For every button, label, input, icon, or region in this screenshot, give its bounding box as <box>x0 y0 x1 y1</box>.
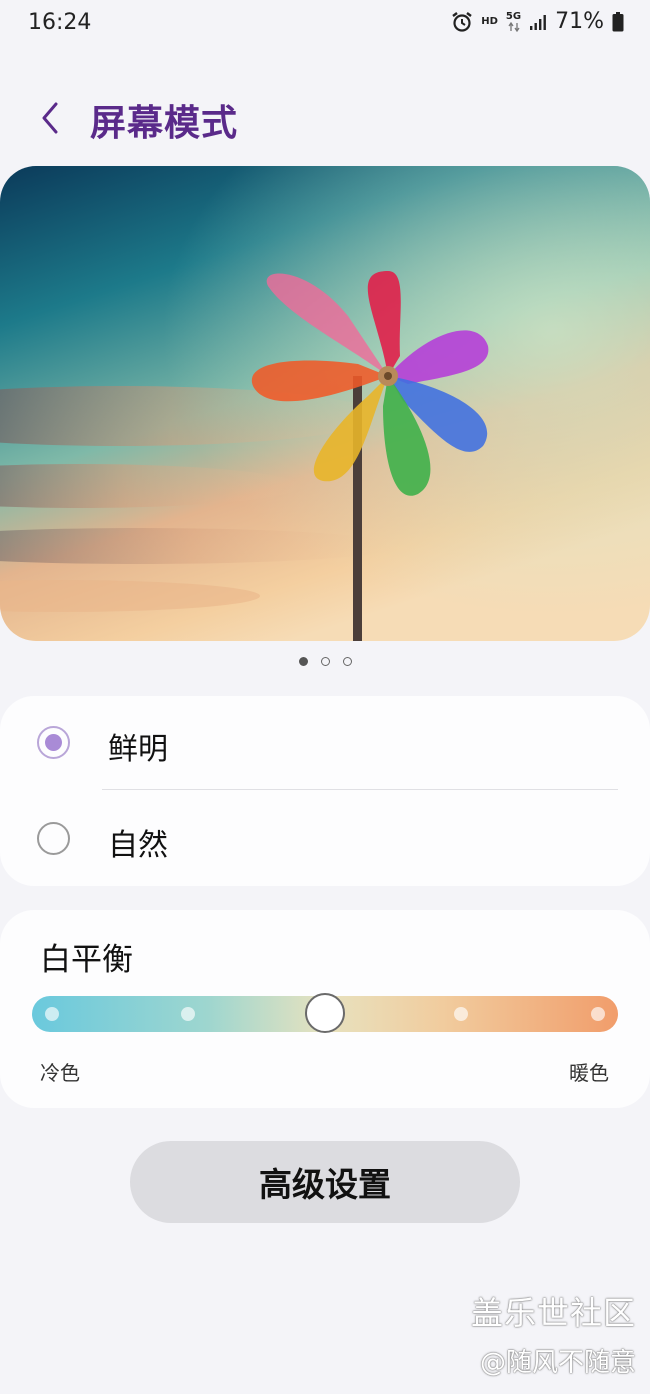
status-bar: 16:24 HD 5G 71% <box>0 0 650 50</box>
slider-tick <box>45 1007 59 1021</box>
mode-option-vivid[interactable]: 鲜明 <box>0 696 650 790</box>
white-balance-slider[interactable] <box>32 993 618 1033</box>
mode-option-natural[interactable]: 自然 <box>0 792 650 886</box>
slider-tick <box>454 1007 468 1021</box>
mode-option-label: 自然 <box>108 828 168 863</box>
slider-tick <box>591 1007 605 1021</box>
signal-icon <box>529 13 547 31</box>
preview-image[interactable] <box>0 166 650 641</box>
page-dot-1[interactable] <box>298 657 308 666</box>
divider <box>102 789 618 790</box>
white-balance-title: 白平衡 <box>40 942 133 978</box>
battery-percent: 71% <box>555 9 604 34</box>
white-balance-card: 白平衡 冷色 暖色 <box>0 910 650 1108</box>
mode-option-label: 鲜明 <box>108 732 168 767</box>
5g-data-icon: 5G <box>505 10 522 32</box>
page-indicator <box>0 657 650 666</box>
status-icons: HD 5G 71% <box>451 9 624 34</box>
page-dot-3[interactable] <box>342 657 352 666</box>
advanced-settings-button[interactable]: 高级设置 <box>130 1141 520 1223</box>
watermark-user: @随风不随意 <box>479 1348 636 1378</box>
watermark-brand: 盖乐世社区 <box>470 1294 636 1332</box>
cool-label: 冷色 <box>40 1061 80 1085</box>
radio-vivid[interactable] <box>37 726 70 759</box>
network-label: 5G <box>505 10 522 22</box>
slider-thumb[interactable] <box>305 993 345 1033</box>
back-button[interactable] <box>28 92 72 144</box>
page-dot-2[interactable] <box>320 657 330 666</box>
radio-natural[interactable] <box>37 822 70 855</box>
battery-icon <box>612 11 624 32</box>
slider-tick <box>181 1007 195 1021</box>
chevron-left-icon <box>42 102 58 134</box>
app-header: 屏幕模式 <box>0 86 650 150</box>
screen-mode-card: 鲜明 自然 <box>0 696 650 886</box>
pinwheel-image <box>0 166 650 641</box>
watermark: 盖乐世社区 @随风不随意 <box>471 1288 636 1379</box>
page-title: 屏幕模式 <box>90 103 239 144</box>
alarm-icon <box>451 11 473 33</box>
warm-label: 暖色 <box>569 1061 609 1085</box>
hd-voice-icon: HD <box>481 15 498 27</box>
status-time: 16:24 <box>28 10 92 35</box>
